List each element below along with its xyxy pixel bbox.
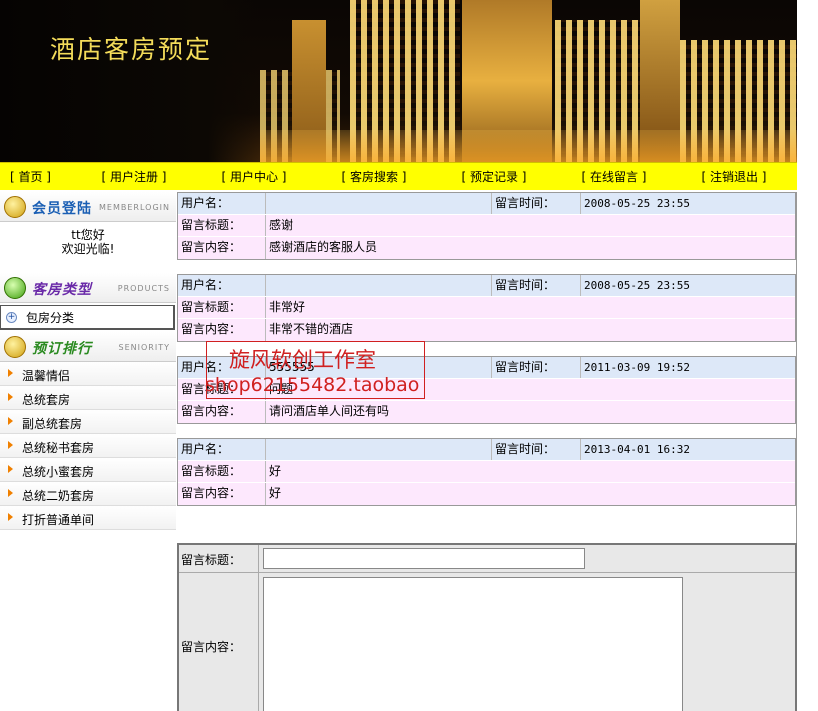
content-label: 留言内容： [178,319,266,341]
time-label: 留言时间： [492,275,581,296]
room-types-title: 客房类型 [32,282,92,298]
message-entry: 用户名： 留言时间： 2008-05-25 23:55 留言标题： 非常好 留言… [177,274,796,342]
ranking-item-label: 总统二奶套房 [22,489,95,503]
banner-sky [0,0,260,162]
content-label: 留言内容： [178,401,266,423]
subject-value: 感谢 [266,215,795,236]
watermark-line2: shop62155482.taobao [205,374,420,396]
subject-value: 好 [266,461,795,482]
subject-label: 留言标题： [178,461,266,482]
content-value: 非常不错的酒店 [266,319,795,341]
welcome-text: 欢迎光临! [61,242,115,256]
content-value: 感谢酒店的客服人员 [266,237,795,259]
welcome-box: tt您好 欢迎光临! [0,222,176,268]
time-value: 2011-03-09 19:52 [581,357,795,378]
time-value: 2013-04-01 16:32 [581,439,795,460]
message-form: 留言标题： 留言内容： [177,543,797,711]
member-login-subtitle: MEMBERLOGIN [99,203,170,212]
member-icon [4,196,26,218]
ranking-item-label: 打折普通单间 [22,513,95,527]
time-value: 2008-05-25 23:55 [581,193,795,214]
greeting-text: tt您好 [71,228,105,242]
watermark-line1: 旋风软创工作室 [229,348,376,372]
ranking-item[interactable]: 副总统套房 [0,410,176,434]
nav-user-center[interactable]: [ 用户中心 ] [194,168,314,185]
subject-input[interactable] [263,548,585,569]
content-textarea[interactable] [263,577,683,711]
category-label: 包房分类 [26,311,75,325]
nav-register[interactable]: [ 用户注册 ] [74,168,194,185]
message-entry: 用户名： 留言时间： 2013-04-01 16:32 留言标题： 好 留言内容… [177,438,796,506]
time-label: 留言时间： [492,193,581,214]
ranking-title: 预订排行 [32,341,92,357]
form-content-label: 留言内容： [181,640,242,654]
site-title: 酒店客房预定 [50,35,213,64]
content-value: 请问酒店单人间还有吗 [266,401,795,423]
ranking-item[interactable]: 总统秘书套房 [0,434,176,458]
subject-value: 非常好 [266,297,795,318]
username-label: 用户名： [178,193,266,214]
nav-logout[interactable]: [ 注销退出 ] [674,168,794,185]
ranking-item[interactable]: 温馨情侣 [0,362,176,386]
ranking-list: 温馨情侣 总统套房 副总统套房 总统秘书套房 总统小蜜套房 总统二奶套房 打折普… [0,362,176,530]
username-value [266,193,492,214]
ranking-item-label: 总统套房 [22,393,71,407]
subject-label: 留言标题： [178,297,266,318]
arrow-icon [8,513,13,521]
room-types-header: 客房类型 PRODUCTS [0,273,176,303]
ranking-item-label: 温馨情侣 [22,369,71,383]
content-label: 留言内容： [178,237,266,259]
username-value [266,439,492,460]
message-entry: 用户名： 留言时间： 2008-05-25 23:55 留言标题： 感谢 留言内… [177,192,796,260]
username-label: 用户名： [178,275,266,296]
category-item[interactable]: + 包房分类 [0,305,175,330]
nav-home[interactable]: [ 首页 ] [0,168,74,185]
member-login-title: 会员登陆 [32,201,92,217]
watermark: 旋风软创工作室 shop62155482.taobao [205,341,425,399]
username-label: 用户名： [178,439,266,460]
ranking-item-label: 总统小蜜套房 [22,465,95,479]
ranking-header: 预订排行 SENIORITY [0,332,176,362]
ranking-icon [4,336,26,358]
ranking-subtitle: SENIORITY [118,343,170,352]
street-lights [260,130,797,162]
ranking-item-label: 副总统套房 [22,417,83,431]
username-value [266,275,492,296]
main-nav: [ 首页 ] [ 用户注册 ] [ 用户中心 ] [ 客房搜索 ] [ 预定记录… [0,162,797,190]
arrow-icon [8,393,13,401]
time-label: 留言时间： [492,439,581,460]
arrow-icon [8,465,13,473]
arrow-icon [8,441,13,449]
ranking-item-label: 总统秘书套房 [22,441,95,455]
nav-room-search[interactable]: [ 客房搜索 ] [314,168,434,185]
arrow-icon [8,489,13,497]
arrow-icon [8,417,13,425]
ranking-item[interactable]: 打折普通单间 [0,506,176,530]
sidebar: 会员登陆 MEMBERLOGIN tt您好 欢迎光临! 客房类型 PRODUCT… [0,192,176,711]
header-banner: 酒店客房预定 [0,0,797,162]
nav-booking-records[interactable]: [ 预定记录 ] [434,168,554,185]
ranking-item[interactable]: 总统套房 [0,386,176,410]
room-types-icon [4,277,26,299]
plus-icon: + [6,312,17,323]
form-subject-label: 留言标题： [181,553,242,567]
content-label: 留言内容： [178,483,266,505]
ranking-item[interactable]: 总统二奶套房 [0,482,176,506]
arrow-icon [8,369,13,377]
room-types-subtitle: PRODUCTS [117,284,170,293]
content-value: 好 [266,483,795,505]
subject-label: 留言标题： [178,215,266,236]
nav-online-message[interactable]: [ 在线留言 ] [554,168,674,185]
member-login-header: 会员登陆 MEMBERLOGIN [0,192,176,222]
time-value: 2008-05-25 23:55 [581,275,795,296]
ranking-item[interactable]: 总统小蜜套房 [0,458,176,482]
time-label: 留言时间： [492,357,581,378]
